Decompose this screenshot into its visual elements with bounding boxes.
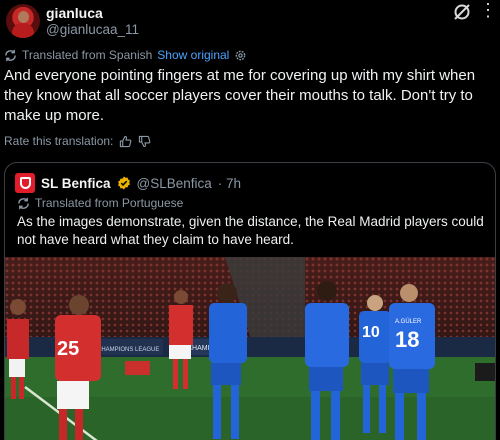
quoted-post-time[interactable]: · 7h	[218, 176, 241, 191]
verified-badge-icon	[117, 176, 130, 190]
thumbs-up-icon[interactable]	[119, 135, 132, 148]
quoted-translated-label: Translated from Portuguese	[35, 196, 184, 210]
quoted-author-name[interactable]: SL Benfica	[41, 176, 111, 191]
jersey-number-mid: 10	[362, 324, 380, 341]
gear-icon[interactable]	[234, 49, 247, 62]
ad-board-text: CHAMPIONS LEAGUE	[97, 347, 159, 353]
translation-bar: Translated from Spanish Show original	[4, 48, 247, 62]
quoted-post-text: As the images demonstrate, given the dis…	[17, 214, 484, 247]
stadium-scene: CHAMPIONS LEAGUE CHAMI 25 10 A.GÜLER 18	[5, 257, 495, 440]
quoted-author-handle[interactable]: @SLBenfica	[137, 176, 212, 191]
translated-from-label: Translated from Spanish	[22, 48, 153, 62]
author-handle[interactable]: @gianlucaa_11	[46, 22, 139, 37]
translate-icon	[5, 49, 16, 61]
rate-translation: Rate this translation:	[4, 134, 151, 148]
thumbs-down-icon[interactable]	[138, 135, 151, 148]
quoted-post[interactable]: SL Benfica @SLBenfica · 7h Translated fr…	[4, 162, 496, 440]
post-text: And everyone pointing fingers at me for …	[4, 67, 476, 124]
avatar[interactable]	[6, 4, 40, 38]
benfica-logo	[15, 173, 35, 193]
post-header: gianluca @gianlucaa_11 ⋮	[0, 0, 500, 50]
jersey-name-right: A.GÜLER	[395, 318, 422, 325]
grok-icon[interactable]	[452, 2, 472, 22]
rate-label: Rate this translation:	[4, 134, 114, 148]
translate-icon	[18, 197, 29, 209]
more-options-icon[interactable]: ⋮	[479, 0, 497, 20]
quoted-translation-bar: Translated from Portuguese	[17, 196, 183, 210]
author-name[interactable]: gianluca	[46, 5, 103, 21]
show-original-link[interactable]: Show original	[157, 48, 229, 62]
quoted-post-header: SL Benfica @SLBenfica · 7h	[15, 173, 241, 193]
jersey-number-right: 18	[395, 327, 419, 352]
match-photo[interactable]: CHAMPIONS LEAGUE CHAMI 25 10 A.GÜLER 18	[5, 257, 495, 440]
jersey-number-left: 25	[57, 338, 79, 360]
